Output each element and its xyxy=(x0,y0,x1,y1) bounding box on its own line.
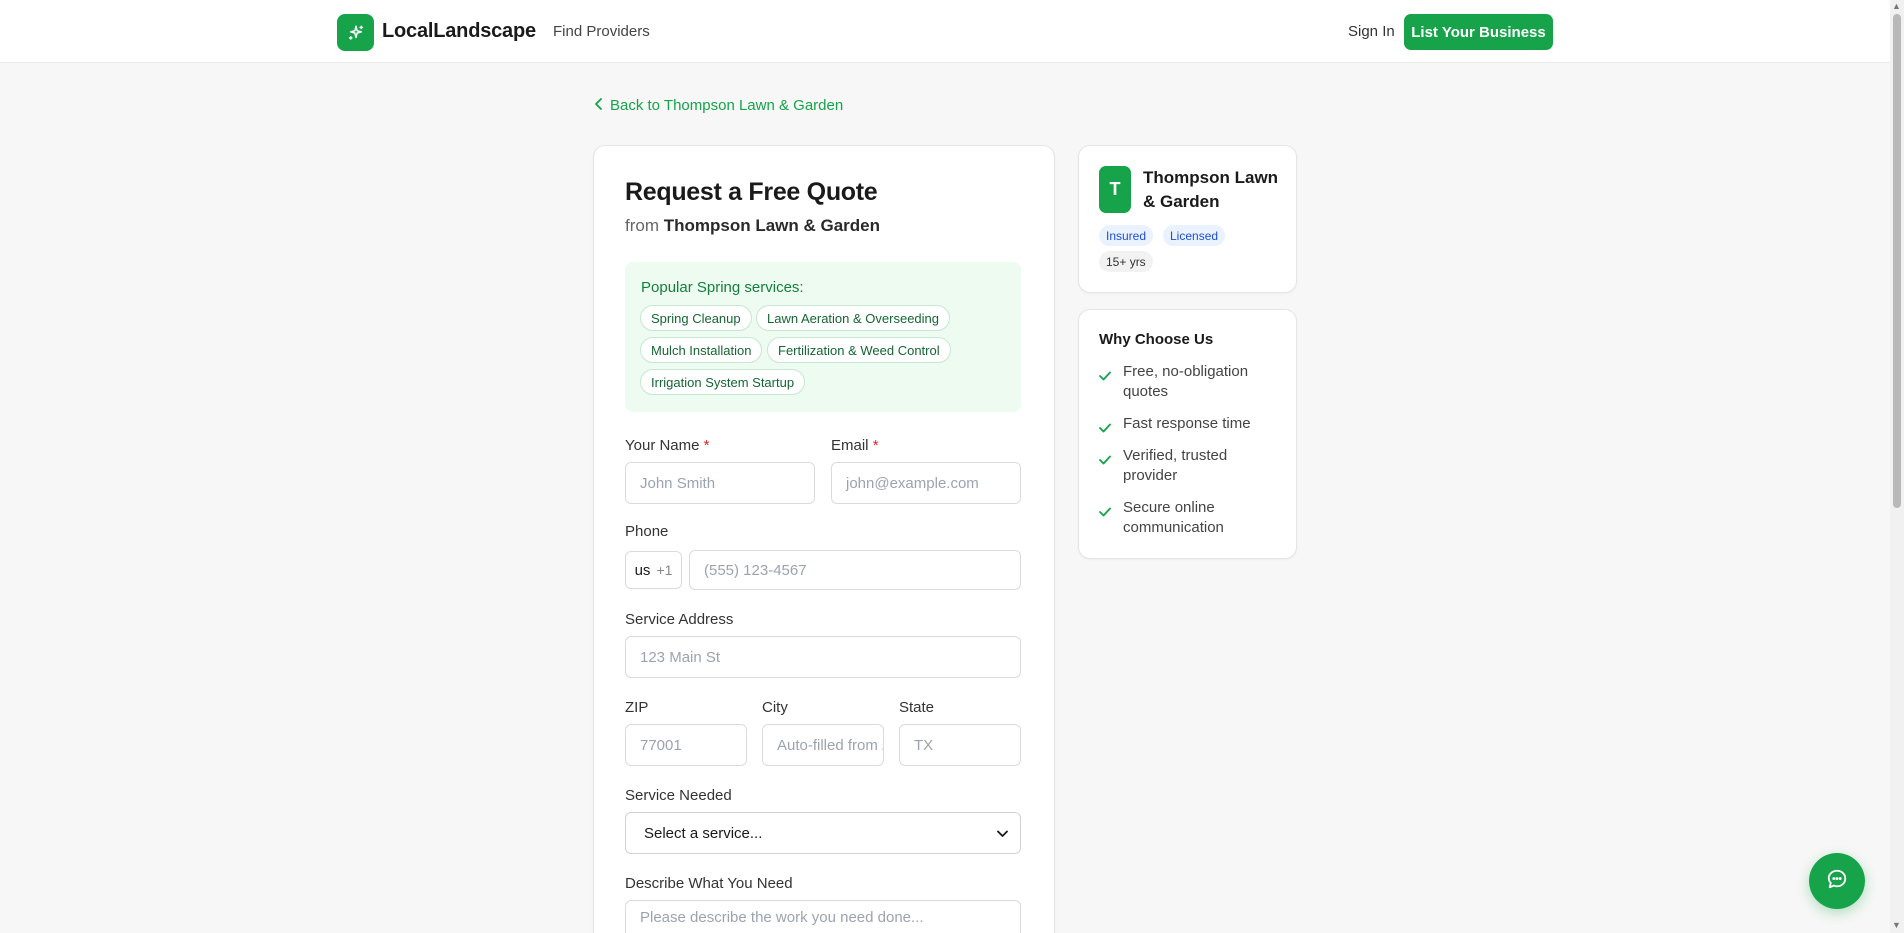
chat-bubble-icon xyxy=(1826,868,1848,895)
address-input[interactable]: 123 Main St xyxy=(625,636,1021,678)
chevron-left-icon xyxy=(594,97,604,114)
phone-input[interactable]: (555) 123-4567 xyxy=(689,550,1021,590)
popular-services-panel: Popular Spring services: Spring Cleanup … xyxy=(625,262,1021,412)
service-chip[interactable]: Lawn Aeration & Overseeding xyxy=(756,305,950,331)
email-label-text: Email xyxy=(831,437,869,454)
state-label: State xyxy=(899,699,935,716)
name-input[interactable]: John Smith xyxy=(625,462,815,504)
phone-label: Phone xyxy=(625,523,669,540)
experience-badge: 15+ yrs xyxy=(1099,251,1153,272)
describe-textarea[interactable]: Please describe the work you need done..… xyxy=(625,900,1021,933)
check-icon xyxy=(1099,446,1113,470)
name-label-text: Your Name xyxy=(625,437,700,454)
why-item: Verified, trusted provider xyxy=(1099,446,1284,486)
check-icon xyxy=(1099,498,1113,522)
required-mark: * xyxy=(872,437,879,454)
name-label: Your Name * xyxy=(625,437,710,454)
required-mark: * xyxy=(703,437,710,454)
service-chip[interactable]: Spring Cleanup xyxy=(640,305,752,331)
sign-in-link[interactable]: Sign In xyxy=(1348,23,1395,40)
zip-label: ZIP xyxy=(625,699,649,716)
why-item-text: Free, no-obligation quotes xyxy=(1123,363,1249,400)
why-item: Secure online communication xyxy=(1099,498,1284,538)
popular-services-title: Popular Spring services: xyxy=(641,279,804,296)
service-chip[interactable]: Fertilization & Weed Control xyxy=(767,337,951,363)
describe-label: Describe What You Need xyxy=(625,875,793,892)
from-prefix: from xyxy=(625,216,659,235)
check-icon xyxy=(1099,414,1113,438)
why-item-text: Verified, trusted provider xyxy=(1123,447,1228,484)
city-input[interactable]: Auto-filled from ZIP xyxy=(762,724,884,766)
service-chip[interactable]: Irrigation System Startup xyxy=(640,369,806,395)
page-scrollbar[interactable]: ▲ ▼ xyxy=(1890,0,1904,933)
list-business-button[interactable]: List Your Business xyxy=(1404,14,1553,50)
why-item-text: Secure online communication xyxy=(1123,499,1224,536)
service-select-value: Select a service... xyxy=(644,824,763,842)
dial-code: +1 xyxy=(656,562,673,578)
back-link-label: Back to Thompson Lawn & Garden xyxy=(610,97,844,114)
email-label: Email * xyxy=(831,437,879,454)
check-icon xyxy=(1099,362,1113,386)
scroll-thumb[interactable] xyxy=(1893,14,1901,508)
why-choose-us-title: Why Choose Us xyxy=(1099,331,1214,348)
why-item-text: Fast response time xyxy=(1123,415,1251,432)
why-item: Fast response time xyxy=(1099,414,1284,438)
scroll-up-arrow-icon[interactable]: ▲ xyxy=(1892,1,1901,11)
from-provider-name: Thompson Lawn & Garden xyxy=(663,216,881,235)
country-code: us xyxy=(634,561,651,579)
back-link[interactable]: Back to Thompson Lawn & Garden xyxy=(594,97,843,114)
service-needed-label: Service Needed xyxy=(625,787,732,804)
nav-find-providers[interactable]: Find Providers xyxy=(553,23,650,40)
city-label: City xyxy=(762,699,788,716)
provider-avatar: T xyxy=(1099,166,1131,213)
service-select[interactable]: Select a service... xyxy=(625,812,1021,854)
state-input[interactable]: TX xyxy=(899,724,1021,766)
phone-country-select[interactable]: us +1 xyxy=(625,551,682,589)
brand-name[interactable]: LocalLandscape xyxy=(382,20,536,43)
chat-button[interactable] xyxy=(1809,853,1865,909)
from-provider: from Thompson Lawn & Garden xyxy=(625,216,880,236)
zip-input[interactable]: 77001 xyxy=(625,724,747,766)
address-label: Service Address xyxy=(625,611,734,628)
chevron-down-icon xyxy=(997,825,1008,842)
why-item: Free, no-obligation quotes xyxy=(1099,362,1284,402)
service-chip[interactable]: Mulch Installation xyxy=(640,337,763,363)
licensed-badge: Licensed xyxy=(1163,225,1226,246)
insured-badge: Insured xyxy=(1099,225,1154,246)
page-title: Request a Free Quote xyxy=(625,178,878,206)
logo-sparkle-icon[interactable] xyxy=(337,14,374,51)
email-input[interactable]: john@example.com xyxy=(831,462,1021,504)
scroll-down-arrow-icon[interactable]: ▼ xyxy=(1892,920,1901,930)
provider-name: Thompson Lawn & Garden xyxy=(1143,168,1279,211)
top-navbar: LocalLandscape Find Providers Sign In Li… xyxy=(0,0,1890,63)
